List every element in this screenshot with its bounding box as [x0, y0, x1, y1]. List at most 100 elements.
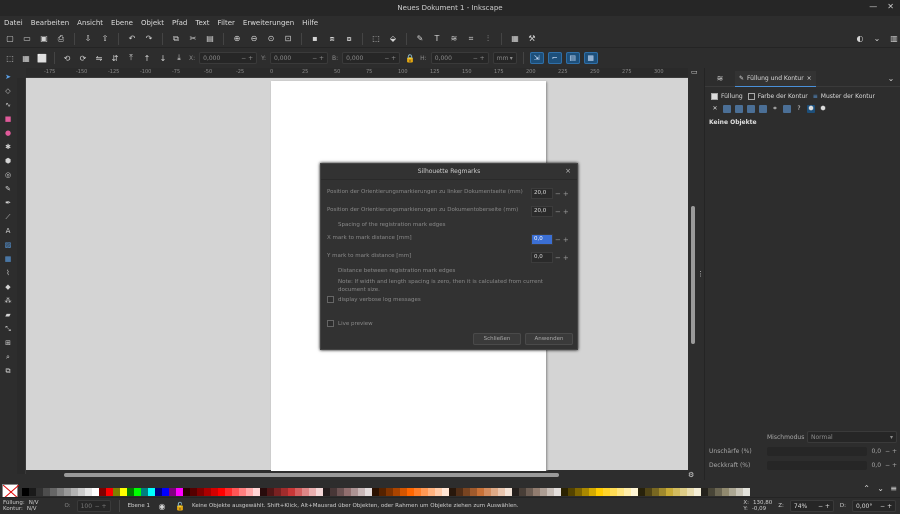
dialog-close-icon[interactable]: × [565, 167, 571, 175]
palette-swatch[interactable] [421, 488, 428, 496]
palette-swatch[interactable] [225, 488, 232, 496]
y-field[interactable]: 0,000− + [270, 52, 329, 64]
pattern-icon[interactable]: ⌗ [771, 105, 779, 113]
rotate-ccw-icon[interactable]: ⟲ [61, 52, 73, 64]
no-paint-swatch[interactable] [2, 484, 20, 500]
palette-swatch[interactable] [302, 488, 309, 496]
redo-icon[interactable]: ↷ [143, 33, 155, 45]
menu-datei[interactable]: Datei [4, 19, 23, 27]
palette-swatch[interactable] [148, 488, 155, 496]
panel-resize-handle[interactable]: ⋮ [697, 270, 704, 278]
palette-swatch[interactable] [344, 488, 351, 496]
palette-swatch[interactable] [22, 488, 29, 496]
palette-swatch[interactable] [239, 488, 246, 496]
pencil-tool-icon[interactable]: ✎ [3, 184, 13, 194]
menu-filter[interactable]: Filter [218, 19, 235, 27]
subtab-stroke-style[interactable]: ≡ Muster der Kontur [813, 93, 875, 100]
mesh-gradient-icon[interactable] [759, 105, 767, 113]
palette-swatch[interactable] [491, 488, 498, 496]
palette-swatch[interactable] [162, 488, 169, 496]
palette-swatch[interactable] [232, 488, 239, 496]
zoom-selection-icon[interactable]: ⊕ [231, 33, 243, 45]
palette-swatch[interactable] [505, 488, 512, 496]
rotate-cw-icon[interactable]: ⟳ [77, 52, 89, 64]
palette-swatch[interactable] [85, 488, 92, 496]
zoom-drawing-icon[interactable]: ⊖ [248, 33, 260, 45]
fill-rule-evenodd-icon[interactable]: ⬢ [807, 105, 815, 113]
print-icon[interactable]: ⎙ [55, 33, 67, 45]
duplicate-icon[interactable]: ▪ [309, 33, 321, 45]
preferences-icon[interactable]: ⚒ [526, 33, 538, 45]
palette-swatch[interactable] [43, 488, 50, 496]
node-tool-icon[interactable]: ◇ [3, 86, 13, 96]
palette-swatch[interactable] [50, 488, 57, 496]
horizontal-scroll-thumb[interactable] [64, 473, 559, 477]
palette-swatch[interactable] [309, 488, 316, 496]
palette-swatch[interactable] [120, 488, 127, 496]
palette-swatch[interactable] [659, 488, 666, 496]
palette-swatch[interactable] [106, 488, 113, 496]
subtab-stroke-paint[interactable]: Farbe der Kontur [747, 92, 808, 100]
palette-swatch[interactable] [330, 488, 337, 496]
palette-swatch[interactable] [99, 488, 106, 496]
menu-pfad[interactable]: Pfad [172, 19, 187, 27]
align-icon[interactable]: ⫶ [482, 33, 494, 45]
connector-tool-icon[interactable]: ⤡ [3, 324, 13, 334]
open-icon[interactable]: ▭ [21, 33, 33, 45]
eraser-tool-icon[interactable]: ▰ [3, 310, 13, 320]
measure-tool-icon[interactable]: ⊞ [3, 338, 13, 348]
palette-swatch[interactable] [393, 488, 400, 496]
palette-swatch[interactable] [687, 488, 694, 496]
gradient-tool-icon[interactable]: ▨ [3, 240, 13, 250]
palette-swatch[interactable] [484, 488, 491, 496]
palette-swatch[interactable] [365, 488, 372, 496]
zoom-tool-icon[interactable]: ⌕ [3, 352, 13, 362]
spray-tool-icon[interactable]: ⁂ [3, 296, 13, 306]
tab-close-icon[interactable]: × [807, 75, 812, 82]
palette-swatch[interactable] [547, 488, 554, 496]
raise-top-icon[interactable]: ⤒ [125, 52, 137, 64]
tab-objects[interactable]: ≋ [711, 71, 729, 87]
palette-swatch[interactable] [561, 488, 568, 496]
palette-swatch[interactable] [582, 488, 589, 496]
flip-h-icon[interactable]: ⇋ [93, 52, 105, 64]
verbose-checkbox[interactable] [327, 296, 334, 303]
palette-swatch[interactable] [736, 488, 743, 496]
palette-swatch[interactable] [435, 488, 442, 496]
palette-swatch[interactable] [204, 488, 211, 496]
ellipse-tool-icon[interactable]: ● [3, 128, 13, 138]
palette-swatch[interactable] [400, 488, 407, 496]
palette-swatch[interactable] [316, 488, 323, 496]
palette-swatch[interactable] [134, 488, 141, 496]
live-preview-checkbox[interactable] [327, 320, 334, 327]
tweak-tool-icon[interactable]: ∿ [3, 100, 13, 110]
deselect-icon[interactable]: ⬜ [36, 52, 48, 64]
spiral-tool-icon[interactable]: ◎ [3, 170, 13, 180]
lock-icon[interactable]: 🔒 [404, 52, 416, 64]
layer-lock-icon[interactable]: 🔓 [174, 500, 186, 512]
palette-swatch[interactable] [358, 488, 365, 496]
palette-swatch[interactable] [743, 488, 750, 496]
snap-toggle-icon[interactable]: ◐ [854, 33, 866, 45]
palette-swatch[interactable] [652, 488, 659, 496]
palette-swatch[interactable] [414, 488, 421, 496]
stroke-status-value[interactable]: N/V [27, 506, 37, 512]
unlink-clone-icon[interactable]: ⧇ [343, 33, 355, 45]
vertical-scroll-thumb[interactable] [691, 206, 695, 344]
tab-fill-stroke[interactable]: ✎ Füllung und Kontur × [735, 70, 816, 87]
palette-swatch[interactable] [463, 488, 470, 496]
palette-swatch[interactable] [456, 488, 463, 496]
unset-paint-icon[interactable]: ? [795, 105, 803, 113]
palette-swatch[interactable] [526, 488, 533, 496]
top-offset-spin[interactable]: 20,0− + [531, 206, 573, 217]
palette-swatch[interactable] [533, 488, 540, 496]
lower-icon[interactable]: ↓ [157, 52, 169, 64]
palette-swatch[interactable] [554, 488, 561, 496]
vertical-scrollbar[interactable] [689, 78, 697, 470]
palette-swatch[interactable] [666, 488, 673, 496]
subtab-fill[interactable]: Füllung [711, 92, 743, 100]
selector-tool-icon[interactable]: ➤ [3, 72, 13, 82]
apply-button[interactable]: Anwenden [525, 333, 573, 345]
palette-swatch[interactable] [218, 488, 225, 496]
layers-icon[interactable]: ≋ [448, 33, 460, 45]
